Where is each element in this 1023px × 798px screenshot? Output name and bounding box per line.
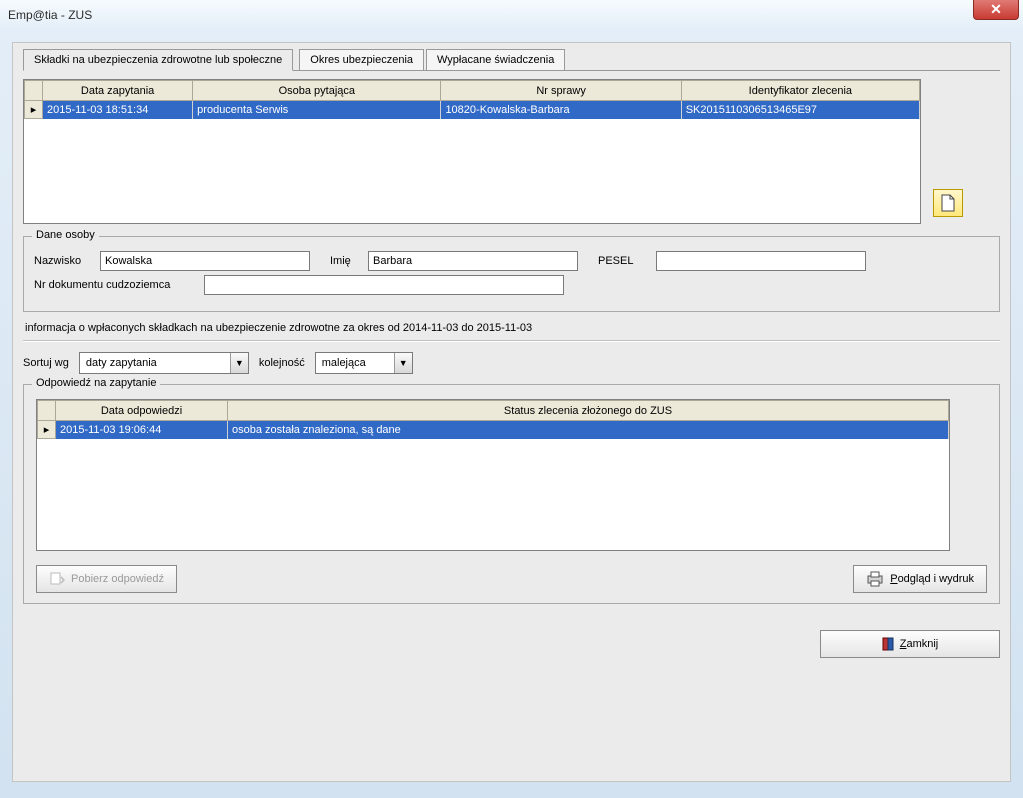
row-header-blank	[38, 401, 56, 421]
cell-status: osoba została znaleziona, są dane	[228, 421, 949, 439]
tab-strip: Składki na ubezpieczenia zdrowotne lub s…	[23, 49, 1000, 70]
row-indicator-icon: ▸	[38, 421, 56, 439]
tab-label: Składki na ubezpieczenia zdrowotne lub s…	[34, 54, 282, 66]
kolejnosc-label: kolejność	[259, 357, 305, 369]
sortuj-wg-value[interactable]	[80, 353, 230, 373]
separator	[23, 340, 1000, 342]
button-label: Podgląd i wydruk	[890, 573, 974, 585]
button-label: Zamknij	[900, 638, 939, 650]
tab-wyplacane[interactable]: Wypłacane świadczenia	[426, 49, 565, 70]
col-identyfikator[interactable]: Identyfikator zlecenia	[681, 81, 919, 101]
zamknij-button[interactable]: Zamknij	[820, 630, 1000, 658]
download-icon	[49, 571, 65, 587]
kolejnosc-select[interactable]: ▼	[315, 352, 413, 374]
cell-identyfikator: SK2015110306513465E97	[681, 101, 919, 119]
col-osoba-pytajaca[interactable]: Osoba pytająca	[193, 81, 441, 101]
dropdown-icon[interactable]: ▼	[394, 353, 412, 373]
imie-input[interactable]	[368, 251, 578, 271]
table-header-row: Data zapytania Osoba pytająca Nr sprawy …	[25, 81, 920, 101]
nazwisko-input[interactable]	[100, 251, 310, 271]
dialog-body: Składki na ubezpieczenia zdrowotne lub s…	[12, 42, 1011, 782]
table-row[interactable]: ▸ 2015-11-03 19:06:44 osoba została znal…	[38, 421, 949, 439]
col-nr-sprawy[interactable]: Nr sprawy	[441, 81, 681, 101]
tab-label: Wypłacane świadczenia	[437, 54, 554, 66]
close-icon: ✕	[990, 1, 1002, 18]
response-grid[interactable]: Data odpowiedzi Status zlecenia złożoneg…	[36, 399, 950, 551]
nr-dokumentu-input[interactable]	[204, 275, 564, 295]
podglad-wydruk-button[interactable]: Podgląd i wydruk	[853, 565, 987, 593]
door-icon	[882, 637, 894, 651]
pobierz-odpowiedz-button: Pobierz odpowiedź	[36, 565, 177, 593]
query-grid[interactable]: Data zapytania Osoba pytająca Nr sprawy …	[23, 79, 921, 224]
fieldset-legend: Dane osoby	[32, 229, 99, 241]
cell-nr-sprawy: 10820-Kowalska-Barbara	[441, 101, 681, 119]
odpowiedz-fieldset: Odpowiedź na zapytanie Data odpowiedzi S…	[23, 384, 1000, 604]
pesel-label: PESEL	[598, 255, 648, 267]
document-icon	[940, 194, 956, 212]
cell-osoba: producenta Serwis	[193, 101, 441, 119]
sort-controls: Sortuj wg ▼ kolejność ▼	[23, 352, 1000, 374]
nr-dokumentu-label: Nr dokumentu cudzoziemca	[34, 279, 196, 291]
kolejnosc-value[interactable]	[316, 353, 394, 373]
tab-label: Okres ubezpieczenia	[310, 54, 413, 66]
col-data-odpowiedzi[interactable]: Data odpowiedzi	[56, 401, 228, 421]
tab-skladki[interactable]: Składki na ubezpieczenia zdrowotne lub s…	[23, 49, 293, 71]
table-row[interactable]: ▸ 2015-11-03 18:51:34 producenta Serwis …	[25, 101, 920, 119]
new-document-button[interactable]	[933, 189, 963, 217]
cell-data-zapytania: 2015-11-03 18:51:34	[43, 101, 193, 119]
pesel-input[interactable]	[656, 251, 866, 271]
close-window-button[interactable]: ✕	[973, 0, 1019, 20]
dane-osoby-fieldset: Dane osoby Nazwisko Imię PESEL Nr dokume…	[23, 236, 1000, 312]
sortuj-wg-label: Sortuj wg	[23, 357, 69, 369]
table-header-row: Data odpowiedzi Status zlecenia złożoneg…	[38, 401, 949, 421]
cell-data-odpowiedzi: 2015-11-03 19:06:44	[56, 421, 228, 439]
col-status-zlecenia[interactable]: Status zlecenia złożonego do ZUS	[228, 401, 949, 421]
window-title: Emp@tia - ZUS	[8, 8, 92, 22]
dropdown-icon[interactable]: ▼	[230, 353, 248, 373]
tab-skladki-panel: Data zapytania Osoba pytająca Nr sprawy …	[23, 70, 1000, 658]
tab-okres[interactable]: Okres ubezpieczenia	[299, 49, 424, 70]
row-indicator-icon: ▸	[25, 101, 43, 119]
nazwisko-label: Nazwisko	[34, 255, 92, 267]
fieldset-legend: Odpowiedź na zapytanie	[32, 377, 160, 389]
imie-label: Imię	[330, 255, 360, 267]
col-data-zapytania[interactable]: Data zapytania	[43, 81, 193, 101]
titlebar: Emp@tia - ZUS ✕	[0, 0, 1023, 30]
row-header-blank	[25, 81, 43, 101]
button-label: Pobierz odpowiedź	[71, 573, 164, 585]
info-line: informacja o wpłaconych składkach na ube…	[25, 322, 1000, 334]
printer-icon	[866, 571, 884, 587]
sortuj-wg-select[interactable]: ▼	[79, 352, 249, 374]
